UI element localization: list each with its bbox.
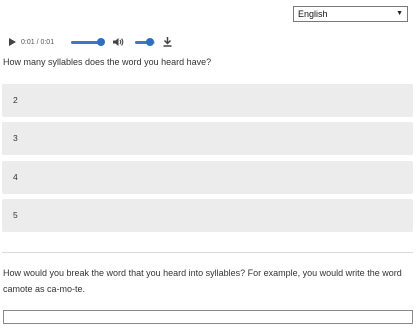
option-4[interactable]: 4 <box>2 161 413 194</box>
option-2[interactable]: 2 <box>2 84 413 117</box>
chevron-down-icon: ▼ <box>396 10 403 17</box>
option-label: 4 <box>13 172 18 182</box>
divider <box>2 252 413 253</box>
play-icon[interactable] <box>9 38 16 46</box>
volume-slider[interactable] <box>135 37 155 46</box>
question-1-text: How many syllables does the word you hea… <box>3 57 212 67</box>
audio-time: 0:01 / 0:01 <box>21 38 55 46</box>
volume-handle[interactable] <box>146 37 154 46</box>
option-label: 2 <box>13 95 18 105</box>
download-icon[interactable] <box>163 37 172 47</box>
question-2-text: How would you break the word that you he… <box>3 268 402 294</box>
seek-handle[interactable] <box>97 37 105 46</box>
option-label: 5 <box>13 210 18 220</box>
volume-icon[interactable] <box>113 37 125 47</box>
option-5[interactable]: 5 <box>2 199 413 232</box>
option-label: 3 <box>13 133 18 143</box>
option-3[interactable]: 3 <box>2 122 413 155</box>
language-select-value: English <box>298 9 328 19</box>
syllable-answer-input[interactable] <box>3 310 413 324</box>
language-select[interactable]: English ▼ <box>293 6 408 22</box>
seek-slider[interactable] <box>71 37 105 46</box>
audio-player: 0:01 / 0:01 <box>6 35 176 49</box>
